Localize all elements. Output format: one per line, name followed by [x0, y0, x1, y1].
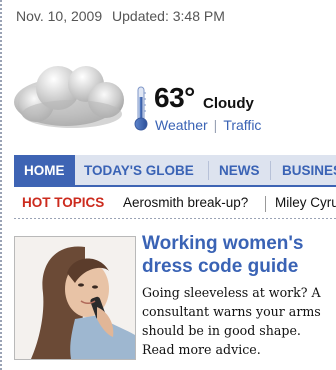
updated-text: Updated: 3:48 PM [112, 8, 225, 24]
hot-topic-link[interactable]: Aerosmith break-up? [123, 195, 248, 210]
hot-topics-label: HOT TOPICS [22, 195, 105, 210]
weather-condition: Cloudy [203, 95, 254, 112]
weather-links: Weather | Traffic [155, 117, 261, 133]
cloud-icon [14, 66, 124, 128]
thermometer-icon [134, 86, 148, 131]
nav-todays-globe[interactable]: TODAY'S GLOBE [84, 155, 194, 185]
nav-divider [208, 161, 209, 180]
next-headline-partial[interactable] [14, 362, 336, 370]
dateline: Nov. 10, 2009 Updated: 3:48 PM [16, 8, 231, 24]
topics-divider [14, 218, 336, 219]
nav-home[interactable]: HOME [14, 155, 75, 185]
main-nav: HOME TODAY'S GLOBE NEWS BUSINES [14, 155, 336, 187]
hot-topics-bar: HOT TOPICS Aerosmith break-up? Miley Cyr… [14, 190, 336, 216]
temperature: 63° [154, 82, 195, 113]
traffic-link[interactable]: Traffic [223, 117, 261, 133]
hot-topic-link[interactable]: Miley Cyru [275, 195, 336, 210]
nav-divider [270, 161, 271, 180]
weather-link[interactable]: Weather [155, 117, 208, 133]
story-headline[interactable]: Working women's dress code guide [142, 232, 332, 278]
topic-divider [265, 196, 266, 212]
nav-business[interactable]: BUSINES [282, 155, 336, 185]
link-separator: | [213, 117, 218, 133]
photo-illustration [15, 237, 135, 359]
date-text: Nov. 10, 2009 [16, 8, 103, 24]
weather-widget: 63° Cloudy Weather | Traffic [0, 40, 336, 150]
woman-on-phone-photo[interactable] [14, 236, 136, 360]
nav-news[interactable]: NEWS [219, 155, 260, 185]
story-summary: Going sleeveless at work? A consultant w… [142, 285, 321, 357]
